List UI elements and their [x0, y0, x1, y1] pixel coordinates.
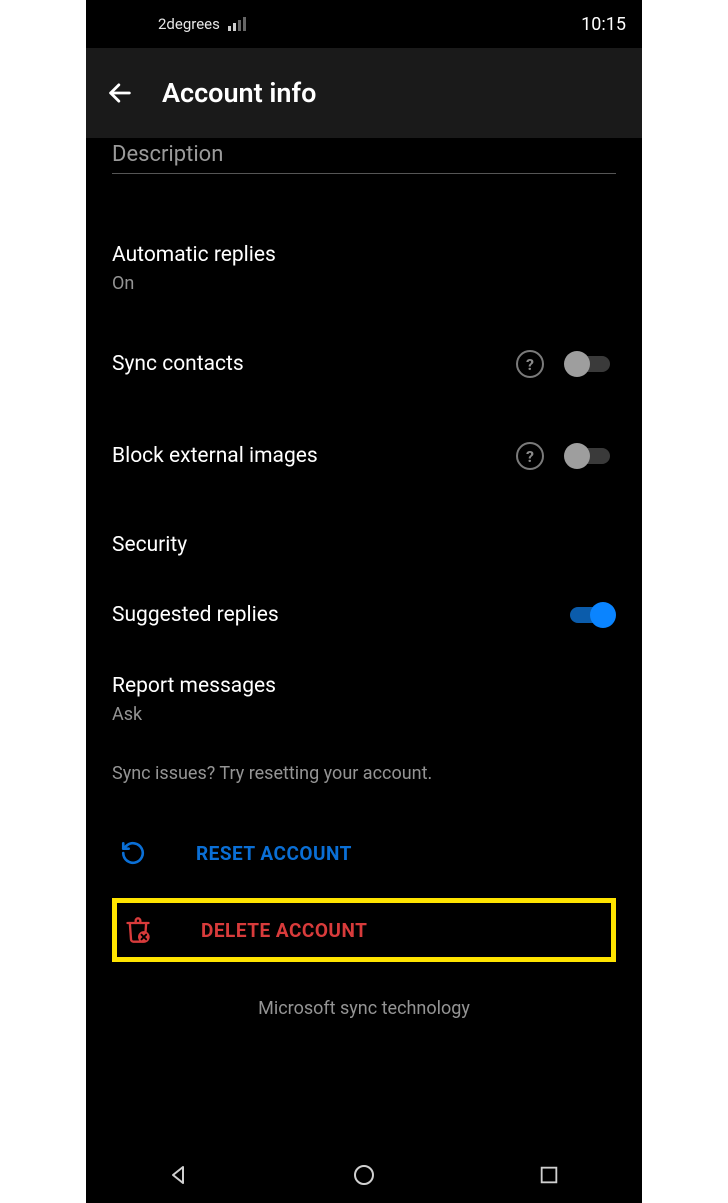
reset-account-label: RESET ACCOUNT: [196, 842, 352, 865]
sync-contacts-toggle[interactable]: [564, 351, 616, 377]
report-messages-value: Ask: [112, 704, 616, 725]
nav-home-button[interactable]: [344, 1155, 384, 1195]
arrow-left-icon: [106, 79, 134, 107]
settings-content: Description Automatic replies On Sync co…: [86, 142, 642, 1049]
description-field[interactable]: Description: [112, 142, 616, 174]
sync-contacts-row: Sync contacts ?: [112, 334, 616, 426]
status-bar: 2degrees 10:15: [86, 0, 642, 48]
delete-account-label: DELETE ACCOUNT: [201, 919, 367, 942]
signal-icon: [228, 17, 246, 31]
security-item[interactable]: Security: [112, 518, 616, 585]
report-messages-title: Report messages: [112, 673, 616, 700]
sync-tech-label: Microsoft sync technology: [112, 990, 616, 1049]
automatic-replies-item[interactable]: Automatic replies On: [112, 228, 616, 334]
page-title: Account info: [162, 77, 316, 109]
circle-home-icon: [352, 1163, 376, 1187]
automatic-replies-value: On: [112, 273, 616, 294]
sync-contacts-title: Sync contacts: [112, 351, 516, 378]
carrier-label: 2degrees: [158, 15, 220, 33]
report-messages-item[interactable]: Report messages Ask: [112, 659, 616, 753]
block-images-toggle[interactable]: [564, 443, 616, 469]
nav-recent-button[interactable]: [529, 1155, 569, 1195]
suggested-replies-title: Suggested replies: [112, 602, 564, 629]
suggested-replies-row: Suggested replies: [112, 586, 616, 659]
description-label: Description: [112, 142, 616, 167]
reset-icon: [118, 838, 148, 868]
android-nav-bar: [86, 1147, 642, 1203]
status-redaction: [254, 12, 568, 46]
suggested-replies-toggle[interactable]: [564, 602, 616, 628]
block-images-title: Block external images: [112, 443, 516, 470]
automatic-replies-title: Automatic replies: [112, 242, 616, 269]
nav-back-button[interactable]: [159, 1155, 199, 1195]
delete-account-button[interactable]: DELETE ACCOUNT: [112, 898, 616, 962]
clock: 10:15: [581, 14, 626, 35]
security-title: Security: [112, 532, 616, 559]
block-images-row: Block external images ?: [112, 426, 616, 518]
help-icon[interactable]: ?: [516, 442, 544, 470]
app-header: Account info: [86, 48, 642, 138]
back-button[interactable]: [100, 73, 140, 113]
status-left: 2degrees: [158, 15, 246, 33]
phone-screen: 2degrees 10:15 Account info Description …: [86, 0, 642, 1203]
reset-hint: Sync issues? Try resetting your account.: [112, 763, 616, 784]
status-right: 10:15: [581, 14, 626, 35]
help-icon[interactable]: ?: [516, 350, 544, 378]
triangle-back-icon: [167, 1163, 191, 1187]
reset-account-button[interactable]: RESET ACCOUNT: [112, 824, 616, 882]
square-recent-icon: [538, 1164, 560, 1186]
trash-icon: [123, 915, 153, 945]
